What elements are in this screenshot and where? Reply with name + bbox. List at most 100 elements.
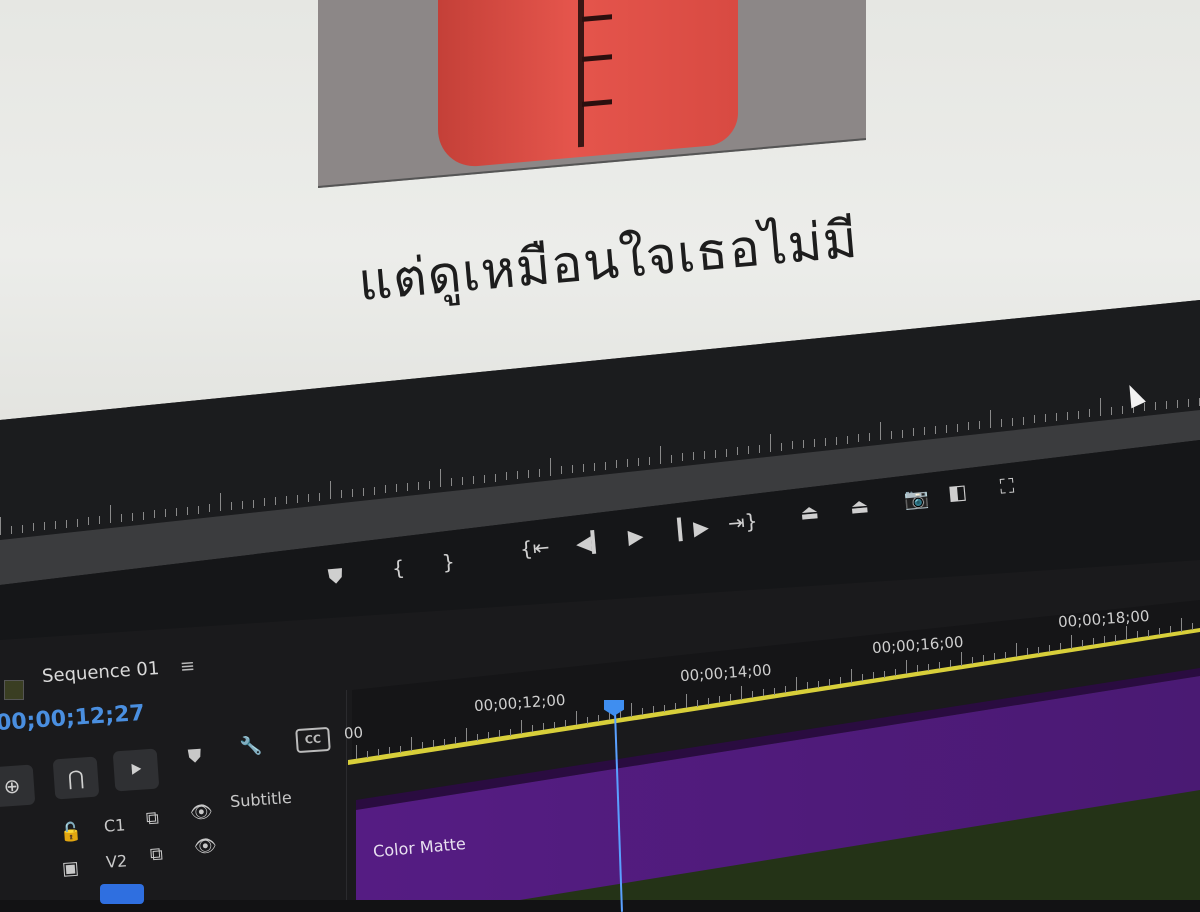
red-robe-figure [438,0,738,170]
timeline-ruler-tick [510,728,511,736]
timeline-ruler-tick [653,706,654,714]
timeline-ruler-tick [818,680,819,688]
timeline-ruler-tick [950,660,951,668]
export-frame-icon[interactable]: 📷 [903,485,930,511]
eye-icon[interactable]: 👁 [193,835,217,858]
captions-icon[interactable]: CC [295,726,331,754]
ruler-tick [187,506,188,515]
ruler-tick [154,510,155,519]
settings-icon[interactable]: ⛶ [999,473,1015,498]
ruler-tick [913,428,914,437]
ruler-tick [572,465,573,474]
ruler-tick [704,450,705,459]
ruler-tick [319,492,320,501]
timeline-ruler-tick [994,653,995,661]
timeline-ruler-tick [576,711,577,726]
ruler-tick [792,441,793,450]
sync-lock-icon[interactable]: ⧉ [145,808,159,830]
snap-magnet-icon[interactable]: ⋂ [52,756,100,800]
timeline-ruler-tick [356,745,357,760]
ruler-tick [550,457,551,476]
ruler-tick [847,435,848,444]
timeline-ruler-tick [906,660,907,675]
ruler-tick [231,502,232,511]
ruler-tick [209,504,210,513]
timeline-ruler-tick [466,728,467,743]
track-target-toggle[interactable] [100,884,144,904]
timeline-ruler-tick [1082,639,1083,647]
ruler-tick [1111,407,1112,415]
ruler-tick [374,486,375,495]
ruler-tick [759,445,760,454]
subtitle-caption: แต่ดูเหมือนใจเธอไม่มี [355,209,861,314]
timeline-ruler-tick [1005,651,1006,659]
ruler-tick [462,477,463,486]
ruler-tick [77,518,78,527]
ruler-tick [44,522,45,531]
timeline-ruler-tick [730,694,731,702]
timeline-ruler-tick [488,731,489,739]
sync-lock-icon[interactable]: ⧉ [149,844,163,866]
ruler-start-label: 00 [343,723,364,743]
ruler-tick [715,449,716,458]
step-back-icon[interactable]: ◀▎ [575,529,608,556]
timeline-ruler-tick [763,689,764,697]
linked-selection-icon[interactable]: ⯈ [112,748,160,792]
mark-in-icon[interactable]: { [391,555,406,580]
ruler-tick [330,481,331,500]
timeline-ruler-tick [1159,627,1160,635]
panel-menu-icon[interactable]: ≡ [179,655,196,677]
go-to-out-icon[interactable]: ⇥} [727,509,758,535]
ruler-tick [682,453,683,462]
comparison-view-icon[interactable]: ◧ [947,479,968,505]
play-icon[interactable]: ▶ [627,523,644,548]
timeline-ruler-tick [939,662,940,669]
timeline-ruler-tick [1049,644,1050,652]
ruler-tick [946,424,947,433]
insert-nest-toggle[interactable]: ⊕ [0,764,36,808]
track-label-v2: V2 [105,851,128,872]
ruler-tick [902,429,903,438]
ruler-tick [517,471,518,480]
ruler-tick [55,521,56,530]
ruler-tick [583,464,584,473]
timeline-ruler-tick [1027,648,1028,656]
lock-icon[interactable]: ▣ [61,857,79,879]
ruler-tick [11,525,12,534]
ruler-tick [341,490,342,499]
ruler-tick [1067,411,1068,420]
timeline-ruler-tick [983,655,984,663]
timeline-ruler-tick [521,719,522,734]
timeline-ruler-tick [1093,638,1094,646]
ruler-tick [649,456,650,465]
timeline-ruler-tick [1060,643,1061,651]
ruler-tick [1034,415,1035,424]
ruler-tick [968,422,969,431]
ruler-tick [286,496,287,505]
ruler-tick [869,433,870,442]
ruler-tick [990,410,991,429]
ruler-tick [1089,409,1090,418]
wrench-icon[interactable]: 🔧 [239,735,263,758]
timeline-ruler-tick [829,679,830,687]
ruler-tick [33,523,34,532]
sequence-color-swatch [4,680,24,700]
timeline-ruler-tick [664,704,665,712]
timeline-ruler-tick [697,699,698,707]
add-marker-icon[interactable]: ⛊ [327,563,344,588]
ruler-tick [385,485,386,494]
step-forward-icon[interactable]: ▎▶ [677,515,710,542]
add-marker-icon[interactable]: ⛊ [187,746,202,768]
ruler-tick [1177,399,1178,408]
timeline-ruler-tick [598,714,599,722]
timeline-ruler-tick [1192,622,1193,630]
eye-icon[interactable]: 👁 [189,801,213,824]
extract-icon[interactable]: ⏏ [849,493,870,519]
timeline-ruler-tick [686,694,687,709]
go-to-in-icon[interactable]: {⇤ [519,535,550,561]
lift-icon[interactable]: ⏏ [799,499,820,525]
ruler-tick [143,511,144,520]
lock-icon[interactable]: 🔓 [59,821,83,844]
ruler-tick [935,426,936,435]
mark-out-icon[interactable]: } [441,549,456,574]
